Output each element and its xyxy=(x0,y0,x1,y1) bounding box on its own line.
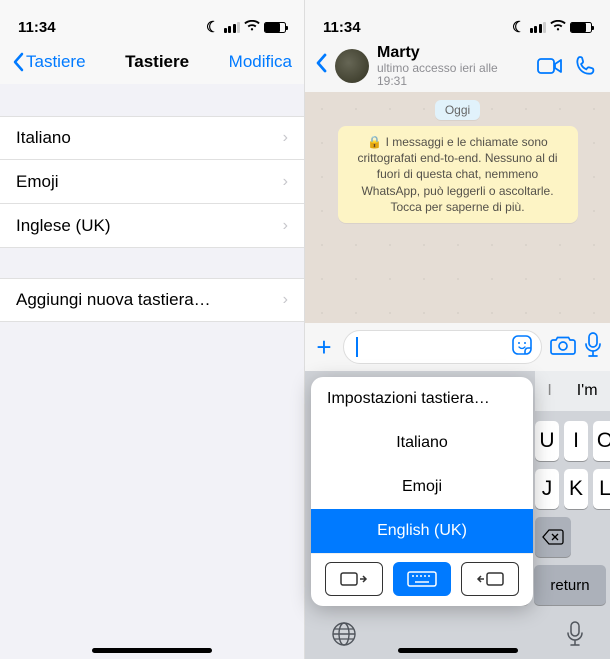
keyboard: I I'm Impostazioni tastiera… Italiano Em… xyxy=(305,371,610,659)
chevron-right-icon: › xyxy=(283,217,288,235)
add-keyboard-row[interactable]: Aggiungi nuova tastiera… › xyxy=(0,278,304,322)
back-label: Tastiere xyxy=(26,52,86,72)
keyboard-dock-left-button[interactable] xyxy=(325,562,383,596)
keyboard-option-emoji[interactable]: Emoji xyxy=(311,465,533,509)
globe-icon[interactable] xyxy=(331,621,357,652)
dnd-moon-icon: ☾ xyxy=(512,18,525,36)
status-time: 11:34 xyxy=(323,19,361,36)
battery-icon xyxy=(264,22,286,33)
video-call-button[interactable] xyxy=(536,57,564,75)
row-label: Aggiungi nuova tastiera… xyxy=(16,290,211,310)
row-label: Inglese (UK) xyxy=(16,216,110,236)
edit-button[interactable]: Modifica xyxy=(229,52,292,72)
key-j[interactable]: J xyxy=(535,469,559,509)
keyboard-switcher-popover: Impostazioni tastiera… Italiano Emoji En… xyxy=(311,377,533,606)
add-keyboard-section: Aggiungi nuova tastiera… › xyxy=(0,278,304,322)
battery-icon xyxy=(570,22,592,33)
chat-nav-bar: Marty ultimo accesso ieri alle 19:31 xyxy=(305,40,610,92)
nav-title: Tastiere xyxy=(125,52,189,72)
date-chip: Oggi xyxy=(435,100,480,120)
settings-screen: 11:34 ☾ Tastiere Tastiere Modifica Itali… xyxy=(0,0,305,659)
key-k[interactable]: K xyxy=(564,469,588,509)
camera-button[interactable] xyxy=(550,334,576,361)
key-l[interactable]: L xyxy=(593,469,610,509)
row-label: Emoji xyxy=(16,172,59,192)
wifi-icon xyxy=(244,19,260,35)
keyboard-dock-right-button[interactable] xyxy=(461,562,519,596)
back-button[interactable] xyxy=(315,53,327,79)
cellular-icon xyxy=(224,22,241,33)
chevron-right-icon: › xyxy=(283,129,288,147)
status-bar: 11:34 ☾ xyxy=(0,0,304,40)
cellular-icon xyxy=(530,22,547,33)
keyboard-option-italiano[interactable]: Italiano xyxy=(311,421,533,465)
message-input[interactable] xyxy=(343,330,542,364)
chevron-right-icon: › xyxy=(283,173,288,191)
avatar[interactable] xyxy=(335,49,369,83)
return-key[interactable]: return xyxy=(534,565,606,605)
keyboard-list: Italiano › Emoji › Inglese (UK) › xyxy=(0,116,304,248)
dictation-icon[interactable] xyxy=(566,621,584,652)
status-bar: 11:34 ☾ xyxy=(305,0,610,40)
keyboard-mode-row xyxy=(311,553,533,606)
keyboard-settings-option[interactable]: Impostazioni tastiera… xyxy=(311,377,533,421)
text-cursor xyxy=(356,337,358,357)
last-seen: ultimo accesso ieri alle 19:31 xyxy=(377,62,528,88)
keyboard-row-inglese[interactable]: Inglese (UK) › xyxy=(0,204,304,248)
home-indicator[interactable] xyxy=(92,648,212,653)
key-u[interactable]: U xyxy=(535,421,559,461)
key-o[interactable]: O xyxy=(593,421,610,461)
key-i[interactable]: I xyxy=(564,421,588,461)
wifi-icon xyxy=(550,19,566,35)
contact-name: Marty xyxy=(377,44,528,62)
audio-call-button[interactable] xyxy=(572,55,600,77)
encryption-notice[interactable]: 🔒 I messaggi e le chiamate sono crittogr… xyxy=(338,126,578,223)
chevron-right-icon: › xyxy=(283,291,288,309)
delete-key[interactable] xyxy=(535,517,571,557)
contact-header[interactable]: Marty ultimo accesso ieri alle 19:31 xyxy=(377,44,528,88)
voice-message-button[interactable] xyxy=(584,332,602,363)
keyboard-row-emoji[interactable]: Emoji › xyxy=(0,160,304,204)
keyboard-full-button[interactable] xyxy=(393,562,451,596)
keyboard-row-italiano[interactable]: Italiano › xyxy=(0,116,304,160)
sticker-button[interactable] xyxy=(511,334,533,361)
status-time: 11:34 xyxy=(18,19,56,36)
prediction-1[interactable]: I xyxy=(547,382,551,400)
dnd-moon-icon: ☾ xyxy=(206,18,219,36)
attach-button[interactable]: + xyxy=(313,332,335,363)
nav-bar: Tastiere Tastiere Modifica xyxy=(0,40,304,84)
chat-messages-area[interactable]: Oggi 🔒 I messaggi e le chiamate sono cri… xyxy=(305,92,610,323)
row-label: Italiano xyxy=(16,128,71,148)
home-indicator[interactable] xyxy=(398,648,518,653)
back-button[interactable]: Tastiere xyxy=(12,52,86,72)
keyboard-option-english[interactable]: English (UK) xyxy=(311,509,533,553)
prediction-bar: I I'm xyxy=(535,371,610,411)
message-input-bar: + xyxy=(305,323,610,371)
prediction-2[interactable]: I'm xyxy=(577,382,598,400)
whatsapp-chat-screen: 11:34 ☾ Marty ultimo accesso ieri alle 1… xyxy=(305,0,610,659)
